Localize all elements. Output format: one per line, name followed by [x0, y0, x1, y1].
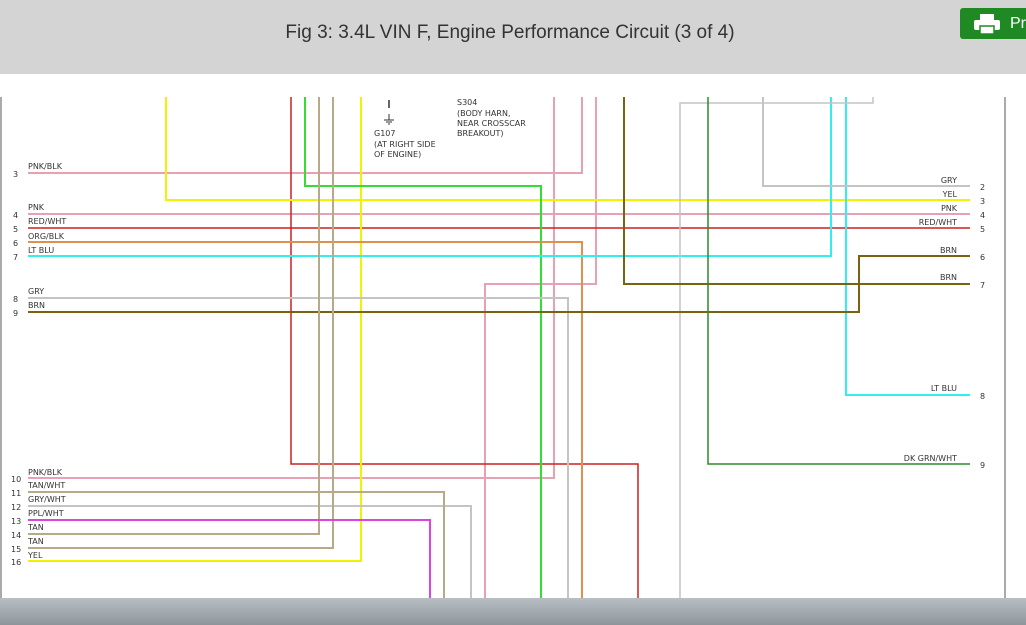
right-pin-number: 8 [980, 392, 985, 401]
right-wire-label: YEL [942, 190, 958, 199]
right-wire-label: DK GRN/WHT [904, 454, 957, 463]
left-wire-label: YEL [27, 551, 43, 560]
left-wire-label: PNK [28, 203, 45, 212]
wire-gry-top [679, 97, 874, 598]
right-pin-number: 3 [980, 197, 985, 206]
right-wire-label: PNK [941, 204, 958, 213]
left-pin-number: 6 [13, 239, 18, 248]
left-pin-number: 12 [11, 503, 21, 512]
wire-tan-15 [28, 97, 334, 549]
ground-desc-line: (AT RIGHT SIDE [374, 140, 436, 149]
left-wire-label: BRN [28, 301, 45, 310]
right-wire-label: BRN [940, 246, 957, 255]
wire-tan-14 [28, 97, 320, 535]
right-wire-label: BRN [940, 273, 957, 282]
right-wire-label: LT BLU [931, 384, 957, 393]
header-bar: Fig 3: 3.4L VIN F, Engine Performance Ci… [0, 0, 1026, 74]
splice-id: S304 [457, 98, 477, 107]
left-wire-label: ORG/BLK [28, 232, 65, 241]
splice-desc-line: (BODY HARN, [457, 109, 511, 118]
left-wire-label: TAN [27, 523, 44, 532]
wire-org-blk-6 [28, 241, 583, 598]
left-pin-number: 9 [13, 309, 18, 318]
right-wire-label: RED/WHT [919, 218, 957, 227]
splice-desc-line: NEAR CROSSCAR [457, 119, 526, 128]
left-pin-number: 15 [11, 545, 21, 554]
left-wire-label: TAN/WHT [27, 481, 65, 490]
wire-gry-8 [28, 297, 569, 598]
left-pin-number: 10 [11, 475, 21, 484]
print-button-label: Pr [1010, 14, 1026, 32]
left-pin-number: 5 [13, 225, 18, 234]
right-wire-label: GRY [941, 176, 957, 185]
wire-ppl-wht-13 [28, 519, 431, 598]
left-pin-number: 11 [11, 489, 21, 498]
right-pin-number: 6 [980, 253, 985, 262]
left-pin-number: 13 [11, 517, 21, 526]
wire-gry-2 [762, 97, 970, 187]
left-pin-number: 3 [13, 170, 18, 179]
ground-desc-line: OF ENGINE) [374, 150, 421, 159]
left-pin-number: 4 [13, 211, 18, 220]
left-wire-label: GRY [28, 287, 44, 296]
left-pin-number: 14 [11, 531, 21, 540]
wire-dk-grn-wht-9 [707, 97, 970, 465]
wire-lt-blu-7 [28, 97, 832, 257]
right-pin-number: 9 [980, 461, 985, 470]
right-pin-number: 4 [980, 211, 985, 220]
left-wire-label: TAN [27, 537, 44, 546]
left-wire-label: RED/WHT [28, 217, 66, 226]
print-button[interactable]: Pr [960, 8, 1026, 39]
left-wire-label: PNK/BLK [28, 162, 63, 171]
left-wire-label: GRY/WHT [28, 495, 66, 504]
left-pin-number: 16 [11, 558, 21, 567]
right-pin-number: 2 [980, 183, 985, 192]
left-wire-label: LT BLU [28, 246, 54, 255]
right-pin-number: 5 [980, 225, 985, 234]
left-pin-number: 7 [13, 253, 18, 262]
left-pin-number: 8 [13, 295, 18, 304]
printer-icon [974, 13, 1000, 34]
figure-title: Fig 3: 3.4L VIN F, Engine Performance Ci… [285, 22, 735, 43]
splice-desc-line: BREAKOUT) [457, 129, 504, 138]
left-wire-label: PNK/BLK [28, 468, 63, 477]
scroll-bar-footer[interactable] [0, 598, 1026, 625]
ground-symbol-icon [384, 100, 394, 125]
left-wire-label: PPL/WHT [28, 509, 64, 518]
wire-tan-wht-11 [28, 491, 445, 598]
ground-id: G107 [374, 129, 395, 138]
right-pin-number: 7 [980, 281, 985, 290]
wiring-diagram: G107 (AT RIGHT SIDE OF ENGINE) S304 (BOD… [0, 97, 1006, 598]
wire-yel-3 [165, 97, 970, 201]
